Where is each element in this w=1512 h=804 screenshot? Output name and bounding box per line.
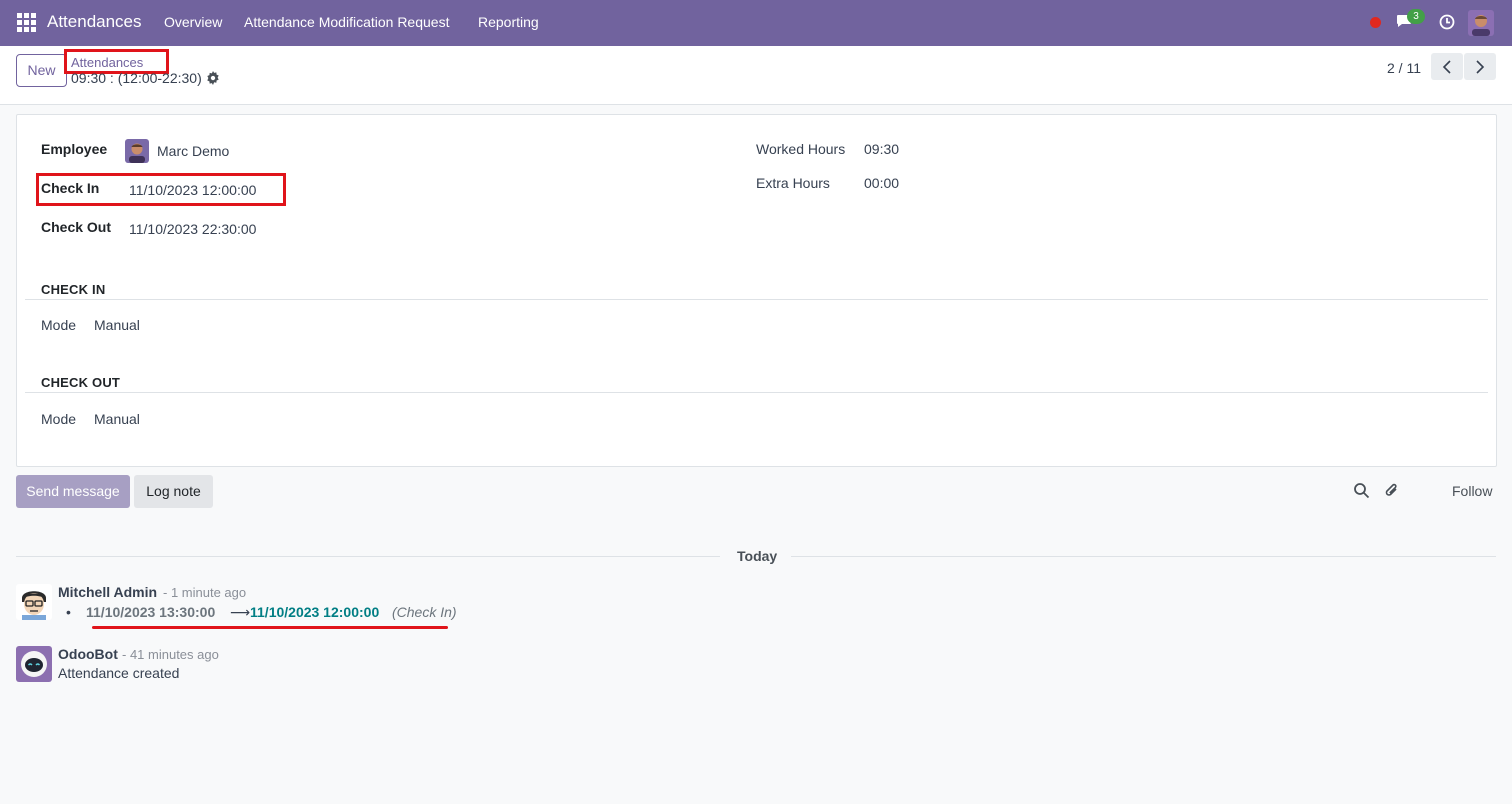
employee-avatar[interactable] [125,139,149,163]
check-out-mode-label: Mode [41,411,77,427]
message-author[interactable]: OdooBot [58,646,118,662]
pager-value[interactable]: 2 / 11 [1387,60,1421,76]
message-date: - 1 minute ago [163,585,247,600]
check-out-mode-value: Manual [94,411,140,427]
tracking-highlight-underline [92,626,448,629]
message-date: - 41 minutes ago [122,647,219,662]
activity-clock-icon[interactable] [1439,14,1455,30]
message-body: Attendance created [58,665,180,681]
check-in-section-title: CHECK IN [41,282,106,297]
check-in-mode-label: Mode [41,317,77,333]
check-out-field[interactable]: 11/10/2023 22:30:00 [129,221,256,237]
pager-previous-button[interactable] [1431,53,1463,80]
pager-next-button[interactable] [1464,53,1496,80]
check-in-label: Check In [41,180,100,196]
section-divider [25,299,1488,300]
tracking-field-name: (Check In) [392,604,457,620]
follow-button[interactable]: Follow [1452,483,1492,499]
apps-menu-icon[interactable] [17,13,36,32]
chat-count-badge: 3 [1407,9,1425,24]
arrow-right-icon: ⟶ [230,604,251,620]
record-title: 09:30 : (12:00-22:30) [71,70,202,86]
control-panel: New Attendances 09:30 : (12:00-22:30) 2 … [0,46,1512,105]
menu-reporting[interactable]: Reporting [478,14,539,30]
breadcrumb-attendances[interactable]: Attendances [71,55,143,70]
menu-overview[interactable]: Overview [164,14,222,30]
send-message-button[interactable]: Send message [16,475,130,508]
log-note-button[interactable]: Log note [134,475,213,508]
bullet: • [66,604,71,620]
employee-label: Employee [41,141,108,157]
extra-hours-value: 00:00 [864,175,900,191]
menu-attendance-modification-request[interactable]: Attendance Modification Request [244,14,449,30]
day-divider-left [16,556,720,557]
section-divider [25,392,1488,393]
employee-field[interactable]: Marc Demo [157,143,229,159]
gear-icon[interactable] [206,71,220,85]
top-navbar: Attendances Overview Attendance Modifica… [0,0,1512,46]
worked-hours-value: 09:30 [864,141,900,157]
check-in-field[interactable]: 11/10/2023 12:00:00 [129,182,256,198]
user-avatar[interactable] [1468,10,1494,36]
check-out-label: Check Out [41,219,112,235]
tracking-new-value: 11/10/2023 12:00:00 [250,604,380,620]
chevron-left-icon [1442,59,1451,74]
search-icon[interactable] [1353,482,1370,499]
form-sheet: Employee Marc Demo Check In 11/10/2023 1… [16,114,1497,467]
check-out-section-title: CHECK OUT [41,375,121,390]
recording-indicator-icon [1370,17,1381,28]
paperclip-icon[interactable] [1383,481,1401,500]
message-author[interactable]: Mitchell Admin [58,584,157,600]
app-brand[interactable]: Attendances [47,12,142,32]
day-divider-right [791,556,1496,557]
worked-hours-label: Worked Hours [756,141,846,157]
tracking-old-value: 11/10/2023 13:30:00 [86,604,216,620]
day-separator-label: Today [737,548,778,564]
check-in-mode-value: Manual [94,317,140,333]
message-author-avatar[interactable] [16,584,52,620]
odoobot-avatar[interactable] [16,646,52,682]
extra-hours-label: Extra Hours [756,175,830,191]
new-button[interactable]: New [16,54,67,87]
chevron-right-icon [1476,59,1485,74]
